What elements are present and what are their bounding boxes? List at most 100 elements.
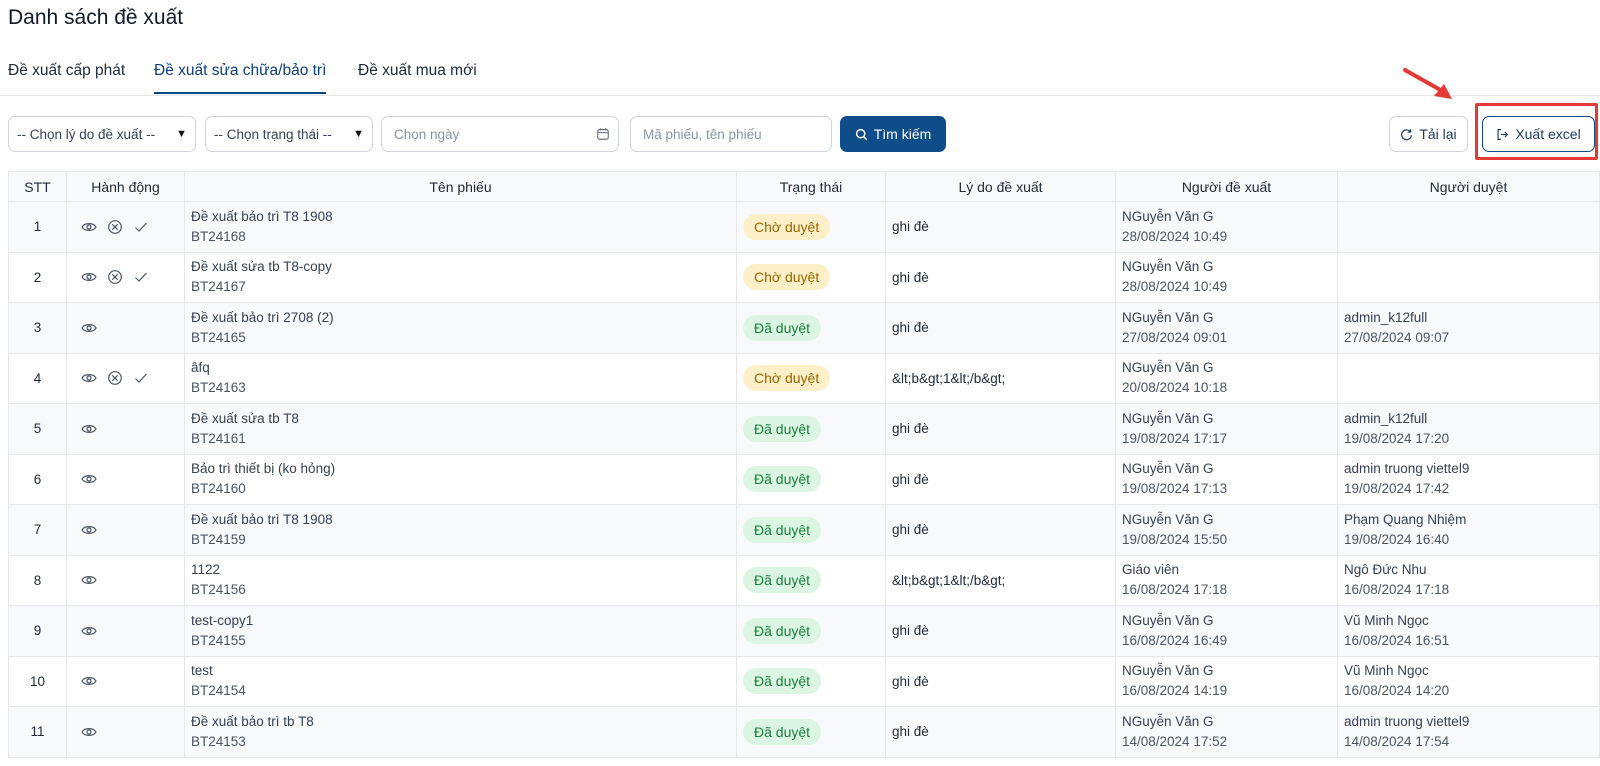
status-select[interactable]: -- Chọn trạng thái -- ▼	[205, 116, 373, 152]
eye-icon[interactable]	[81, 370, 107, 386]
tab-bar: Đề xuất cấp phát Đề xuất sửa chữa/bảo tr…	[0, 56, 1600, 96]
tab-repair-maintenance[interactable]: Đề xuất sửa chữa/bảo trì	[154, 62, 327, 94]
cell-reason: ghi đè	[885, 403, 1116, 455]
cell-actions	[66, 403, 185, 455]
eye-icon[interactable]	[81, 623, 107, 639]
eye-icon[interactable]	[81, 421, 107, 437]
proposal-code: BT24167	[191, 279, 246, 295]
circle-x-icon[interactable]	[107, 269, 133, 285]
cell-proposer: NGuyễn Văn G 19/08/2024 15:50	[1115, 504, 1338, 556]
eye-icon[interactable]	[81, 471, 107, 487]
reload-button[interactable]: Tải lại	[1389, 116, 1468, 152]
cell-actions	[66, 504, 185, 556]
table-row: 1 Đề xuất bảo trì T8 1908 BT24168 Chờ duyệt…	[8, 201, 1600, 253]
proposer-name: Giáo viên	[1122, 562, 1180, 578]
highlight-box	[1475, 103, 1598, 160]
reason-select[interactable]: -- Chọn lý do đề xuất -- ▼	[8, 116, 196, 152]
header-actions: Hành động	[66, 171, 185, 202]
approver-name: Phạm Quang Nhiệm	[1344, 511, 1467, 527]
cell-proposer: NGuyễn Văn G 14/08/2024 17:52	[1115, 706, 1338, 758]
status-badge: Đã duyệt	[743, 516, 822, 543]
table-row: 5 Đề xuất sửa tb T8 BT24161 Đã duyệt ghi đè N…	[8, 403, 1600, 455]
date-picker[interactable]: Chọn ngày	[381, 116, 619, 152]
approver-name: admin_k12full	[1344, 410, 1428, 426]
cell-name: test-copy1 BT24155	[184, 605, 737, 657]
cell-name: âfq BT24163	[184, 352, 737, 404]
proposed-at: 16/08/2024 16:49	[1122, 632, 1228, 648]
eye-icon[interactable]	[81, 320, 107, 336]
header-approver: Người duyệt	[1337, 171, 1600, 202]
status-badge: Chờ duyệt	[743, 264, 831, 291]
circle-x-icon[interactable]	[107, 219, 133, 235]
cell-status: Đã duyệt	[736, 655, 886, 707]
cell-approver	[1337, 201, 1600, 253]
cell-stt: 9	[8, 605, 67, 657]
reload-button-label: Tải lại	[1419, 126, 1457, 142]
eye-icon[interactable]	[81, 269, 107, 285]
cell-proposer: NGuyễn Văn G 16/08/2024 16:49	[1115, 605, 1338, 657]
status-badge: Đã duyệt	[743, 668, 822, 695]
check-icon[interactable]	[133, 370, 159, 386]
cell-proposer: NGuyễn Văn G 28/08/2024 10:49	[1115, 201, 1338, 253]
tab-allocation[interactable]: Đề xuất cấp phát	[8, 62, 125, 92]
cell-name: Đề xuất bảo trì 2708 (2) BT24165	[184, 302, 737, 354]
cell-approver: Vũ Minh Ngọc 16/08/2024 16:51	[1337, 605, 1600, 657]
cell-name: Đề xuất bảo trì T8 1908 BT24168	[184, 201, 737, 253]
eye-icon[interactable]	[81, 572, 107, 588]
proposed-at: 28/08/2024 10:49	[1122, 279, 1228, 295]
cell-proposer: NGuyễn Văn G 19/08/2024 17:13	[1115, 453, 1338, 505]
cell-name: test BT24154	[184, 655, 737, 707]
proposed-at: 14/08/2024 17:52	[1122, 733, 1228, 749]
check-icon[interactable]	[133, 269, 159, 285]
cell-name: Bảo trì thiết bị (ko hỏng) BT24160	[184, 453, 737, 505]
header-status: Trạng thái	[736, 171, 886, 202]
approved-at: 14/08/2024 17:54	[1344, 733, 1450, 749]
cell-actions	[66, 453, 185, 505]
cell-stt: 1	[8, 201, 67, 253]
search-icon	[855, 128, 868, 140]
proposal-code: BT24168	[191, 228, 246, 244]
cell-name: Đề xuất sửa tb T8 BT24161	[184, 403, 737, 455]
status-badge: Đã duyệt	[743, 314, 822, 341]
cell-stt: 2	[8, 251, 67, 303]
search-input[interactable]: Mã phiếu, tên phiếu	[630, 116, 832, 152]
cell-proposer: NGuyễn Văn G 19/08/2024 17:17	[1115, 403, 1338, 455]
check-icon[interactable]	[133, 219, 159, 235]
cell-approver	[1337, 352, 1600, 404]
proposal-name: Đề xuất bảo trì 2708 (2)	[191, 309, 334, 325]
proposed-at: 27/08/2024 09:01	[1122, 329, 1228, 345]
cell-name: Đề xuất bảo trì tb T8 BT24153	[184, 706, 737, 758]
cell-approver: admin_k12full 19/08/2024 17:20	[1337, 403, 1600, 455]
eye-icon[interactable]	[81, 219, 107, 235]
proposal-name: Đề xuất bảo trì tb T8	[191, 713, 314, 729]
search-button[interactable]: Tìm kiếm	[840, 116, 946, 152]
chevron-down-icon: ▼	[176, 128, 187, 140]
table-row: 11 Đề xuất bảo trì tb T8 BT24153 Đã duyệt gh…	[8, 706, 1600, 758]
table-row: 9 test-copy1 BT24155 Đã duyệt ghi đè NGuyễn V…	[8, 605, 1600, 657]
approved-at: 16/08/2024 16:51	[1344, 632, 1450, 648]
eye-icon[interactable]	[81, 673, 107, 689]
approved-at: 19/08/2024 17:42	[1344, 481, 1450, 497]
proposed-at: 28/08/2024 10:49	[1122, 228, 1228, 244]
tab-new-purchase[interactable]: Đề xuất mua mới	[358, 62, 477, 92]
status-badge: Đã duyệt	[743, 617, 822, 644]
proposal-code: BT24155	[191, 632, 246, 648]
cell-stt: 4	[8, 352, 67, 404]
page-title: Danh sách đề xuất	[8, 6, 184, 29]
status-badge: Chờ duyệt	[743, 213, 831, 240]
cell-status: Đã duyệt	[736, 302, 886, 354]
cell-actions	[66, 251, 185, 303]
proposer-name: NGuyễn Văn G	[1122, 663, 1214, 679]
cell-approver: Vũ Minh Ngọc 16/08/2024 14:20	[1337, 655, 1600, 707]
proposer-name: NGuyễn Văn G	[1122, 713, 1214, 729]
eye-icon[interactable]	[81, 724, 107, 740]
circle-x-icon[interactable]	[107, 370, 133, 386]
cell-status: Đã duyệt	[736, 504, 886, 556]
approver-name: admin truong viettel9	[1344, 461, 1470, 477]
cell-status: Đã duyệt	[736, 554, 886, 606]
eye-icon[interactable]	[81, 522, 107, 538]
proposal-code: BT24160	[191, 481, 246, 497]
cell-name: 1122 BT24156	[184, 554, 737, 606]
table-row: 6 Bảo trì thiết bị (ko hỏng) BT24160 Đã duy…	[8, 453, 1600, 505]
proposer-name: NGuyễn Văn G	[1122, 612, 1214, 628]
